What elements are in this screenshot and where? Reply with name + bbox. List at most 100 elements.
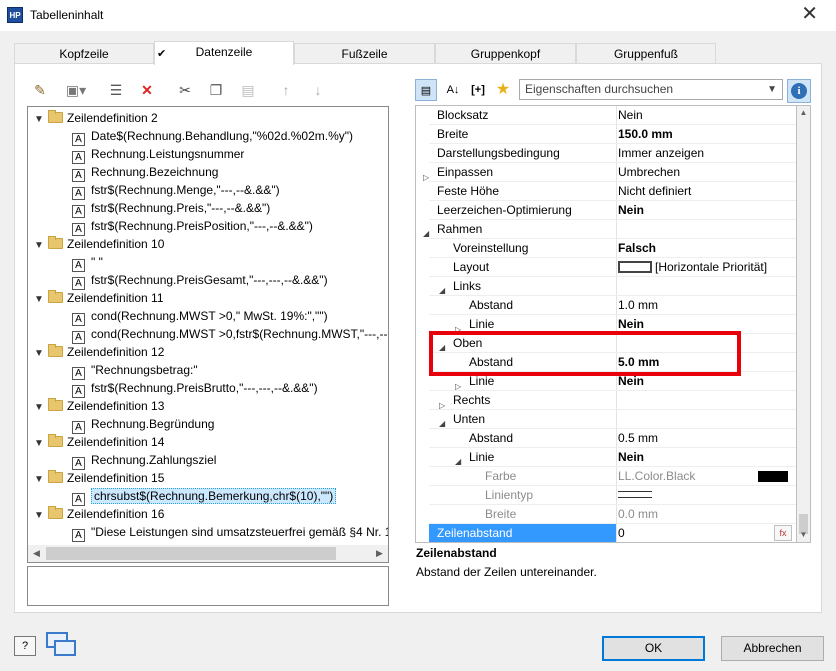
tree-field-item[interactable]: A Rechnung.Bezeichnung: [72, 163, 218, 182]
categorized-view-icon[interactable]: ▤: [415, 79, 437, 101]
property-row[interactable]: Abstand 0.5 mm: [416, 429, 796, 448]
chevron-down-icon[interactable]: ▼: [34, 291, 44, 309]
property-row[interactable]: ◢ Links: [416, 277, 796, 296]
tree-group-item[interactable]: ▼ Zeilendefinition 15: [34, 469, 164, 487]
property-value[interactable]: Nein: [616, 106, 643, 125]
tree-field-item[interactable]: A Rechnung.Begründung: [72, 415, 214, 434]
property-value[interactable]: 150.0 mm: [616, 125, 673, 144]
property-value[interactable]: LL.Color.Black: [616, 467, 695, 486]
tree-field-item[interactable]: A "Diese Leistungen sind umsatzsteuerfrei…: [72, 523, 388, 542]
scroll-up-icon[interactable]: ▲: [797, 106, 810, 120]
property-row[interactable]: Darstellungsbedingung Immer anzeigen: [416, 144, 796, 163]
tree-field-item[interactable]: A Rechnung.Zahlungsziel: [72, 451, 216, 470]
tree-field-item[interactable]: Afstr$(Rechnung.Preis,"---,--&.&&"): [72, 199, 270, 218]
scroll-thumb[interactable]: [46, 547, 336, 560]
property-value[interactable]: [Horizontale Priorität]: [616, 258, 767, 277]
property-row[interactable]: Breite 150.0 mm: [416, 125, 796, 144]
scroll-left-icon[interactable]: ◀: [28, 545, 45, 562]
property-value[interactable]: 0: [616, 524, 625, 542]
favorites-star-icon[interactable]: ★: [492, 79, 514, 101]
property-value[interactable]: Immer anzeigen: [616, 144, 704, 163]
property-row[interactable]: Voreinstellung Falsch: [416, 239, 796, 258]
tree-group-item[interactable]: ▼ Zeilendefinition 10: [34, 235, 164, 253]
scroll-down-icon[interactable]: ▼: [797, 528, 810, 542]
tree-group-item[interactable]: ▼ Zeilendefinition 16: [34, 505, 164, 523]
chevron-down-icon[interactable]: ▼: [34, 471, 44, 489]
formula-icon[interactable]: fx: [774, 525, 792, 541]
property-row[interactable]: ◢ Linie Nein: [416, 448, 796, 467]
property-row[interactable]: Farbe LL.Color.Black: [416, 467, 796, 486]
chevron-down-icon[interactable]: ▼: [34, 399, 44, 417]
tab-kopfzeile[interactable]: Kopfzeile: [14, 43, 154, 64]
cancel-button[interactable]: Abbrechen: [721, 636, 824, 661]
property-value[interactable]: [616, 391, 618, 410]
property-row[interactable]: Linientyp: [416, 486, 796, 505]
tree-field-item[interactable]: Afstr$(Rechnung.PreisPosition,"---,--&.&…: [72, 217, 313, 236]
tree-field-item[interactable]: Acond(Rechnung.MWST >0," MwSt. 19%:",""): [72, 307, 328, 326]
property-value[interactable]: 0.5 mm: [616, 429, 658, 448]
property-row[interactable]: Feste Höhe Nicht definiert: [416, 182, 796, 201]
wand-icon[interactable]: ✎: [30, 80, 50, 100]
tree-group-item[interactable]: ▼ Zeilendefinition 13: [34, 397, 164, 415]
tree-field-item[interactable]: A Rechnung.Leistungsnummer: [72, 145, 244, 164]
property-grid[interactable]: Blocksatz Nein Breite 150.0 mm Darstellungsb…: [415, 105, 797, 543]
copy-icon[interactable]: ❐: [206, 80, 226, 100]
row-definition-tree[interactable]: ▼ Zeilendefinition 2 A Date$(Rechnung.Behan…: [27, 106, 389, 563]
property-row[interactable]: Blocksatz Nein: [416, 106, 796, 125]
property-value[interactable]: Umbrechen: [616, 163, 680, 182]
property-row[interactable]: Abstand 1.0 mm: [416, 296, 796, 315]
sort-az-icon[interactable]: A↓: [442, 79, 464, 101]
tree-field-item[interactable]: Achrsubst$(Rechnung.Bemerkung,chr$(10),"…: [72, 487, 337, 506]
tree-group-item[interactable]: ▼ Zeilendefinition 2: [34, 109, 158, 127]
property-value[interactable]: Nein: [616, 201, 644, 220]
chevron-down-icon[interactable]: ▼: [34, 345, 44, 363]
tab-gruppenkopf[interactable]: Gruppenkopf: [435, 43, 576, 64]
tab-datenzeile[interactable]: ✔ Datenzeile: [154, 41, 294, 65]
tree-field-item[interactable]: A "Rechnungsbetrag:": [72, 361, 198, 380]
tree-horizontal-scrollbar[interactable]: ◀ ▶: [28, 545, 388, 562]
property-value[interactable]: [616, 410, 618, 429]
scroll-right-icon[interactable]: ▶: [371, 545, 388, 562]
property-row[interactable]: ◢ Rahmen: [416, 220, 796, 239]
property-value[interactable]: Nicht definiert: [616, 182, 691, 201]
property-value[interactable]: [616, 486, 652, 505]
property-value[interactable]: [616, 277, 618, 296]
tree-field-item[interactable]: Acond(Rechnung.MWST >0,fstr$(Rechnung.MW…: [72, 325, 387, 344]
windows-icon[interactable]: [46, 632, 78, 658]
close-button[interactable]: ✕: [801, 3, 818, 25]
new-item-icon[interactable]: ▣▾: [60, 80, 92, 100]
tree-field-item[interactable]: Afstr$(Rechnung.PreisBrutto,"---,---,--&…: [72, 379, 318, 398]
chevron-down-icon[interactable]: ▼: [34, 237, 44, 255]
delete-icon[interactable]: ✕: [137, 80, 157, 100]
chevron-down-icon[interactable]: ▼: [767, 80, 777, 99]
property-row[interactable]: Zeilenabstand 0 fx: [416, 524, 796, 542]
property-value[interactable]: Falsch: [616, 239, 656, 258]
property-row[interactable]: ▷ Einpassen Umbrechen: [416, 163, 796, 182]
tab-gruppenfuss[interactable]: Gruppenfuß: [576, 43, 716, 64]
property-value[interactable]: [616, 220, 618, 239]
property-row[interactable]: Layout [Horizontale Priorität]: [416, 258, 796, 277]
property-row[interactable]: Leerzeichen-Optimierung Nein: [416, 201, 796, 220]
property-row[interactable]: ◢ Unten: [416, 410, 796, 429]
info-button[interactable]: i: [787, 79, 811, 103]
expand-all-button[interactable]: [+]: [467, 79, 489, 101]
tree-group-item[interactable]: ▼ Zeilendefinition 14: [34, 433, 164, 451]
help-button[interactable]: ?: [14, 636, 36, 656]
properties-icon[interactable]: ☰: [106, 80, 126, 100]
property-row[interactable]: ▷ Rechts: [416, 391, 796, 410]
tree-field-item[interactable]: A " ": [72, 253, 103, 272]
tree-group-item[interactable]: ▼ Zeilendefinition 11: [34, 289, 164, 307]
property-value[interactable]: 0.0 mm: [616, 505, 658, 524]
property-grid-scrollbar[interactable]: ▲ ▼: [797, 105, 811, 543]
property-search-input[interactable]: Eigenschaften durchsuchen ▼: [519, 79, 783, 100]
chevron-down-icon[interactable]: ▼: [34, 507, 44, 525]
tree-field-item[interactable]: A Date$(Rechnung.Behandlung,"%02d.%02m.%y…: [72, 127, 353, 146]
property-value[interactable]: 1.0 mm: [616, 296, 658, 315]
ok-button[interactable]: OK: [602, 636, 705, 661]
chevron-down-icon[interactable]: ▼: [34, 111, 44, 129]
property-row[interactable]: Breite 0.0 mm: [416, 505, 796, 524]
tab-fusszeile[interactable]: Fußzeile: [294, 43, 435, 64]
property-value[interactable]: Nein: [616, 448, 644, 467]
tree-field-item[interactable]: Afstr$(Rechnung.PreisGesamt,"---,---,--&…: [72, 271, 328, 290]
chevron-down-icon[interactable]: ▼: [34, 435, 44, 453]
